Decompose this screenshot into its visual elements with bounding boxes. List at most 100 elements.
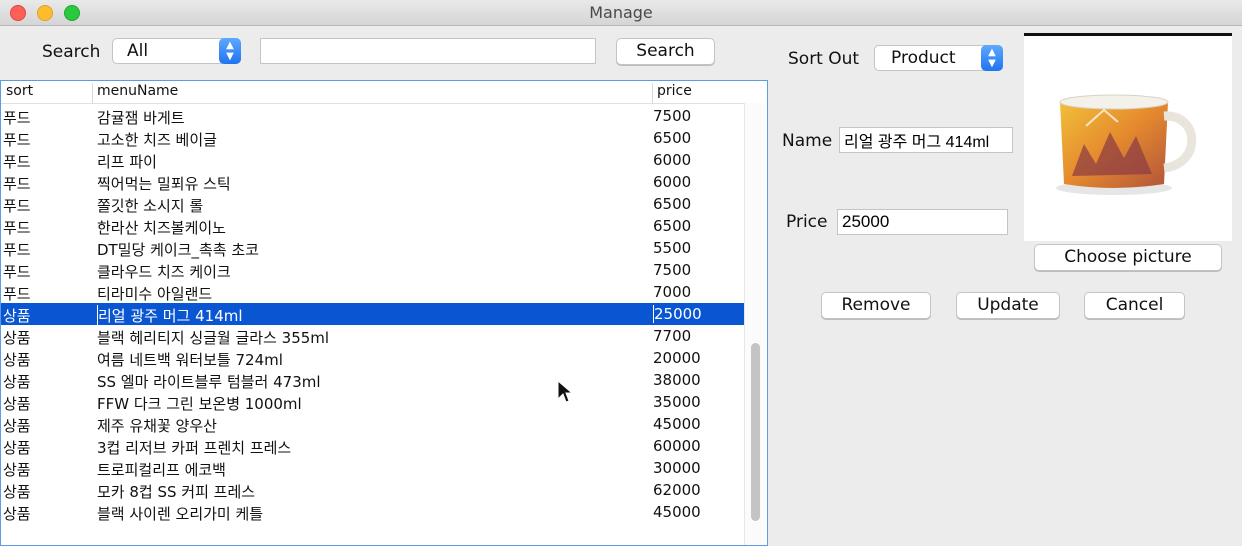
table-row[interactable]: 푸드 쫄깃한 소시지 롤 6500 (1, 193, 744, 215)
table-row[interactable]: 푸드 DT밀당 케이크_촉촉 초코 5500 (1, 237, 744, 259)
window-title: Manage (589, 3, 653, 22)
chevron-updown-icon: ▲ ▼ (219, 38, 241, 64)
table-row[interactable]: 상품 제주 유채꽃 양우산 45000 (1, 413, 744, 435)
cell-menuname: 모카 8컵 SS 커피 프레스 (97, 483, 256, 501)
table-row[interactable]: 상품 여름 네트백 워터보틀 724ml 20000 (1, 347, 744, 369)
cell-menuname: DT밀당 케이크_촉촉 초코 (97, 241, 259, 259)
cell-menuname: 티라미수 아일랜드 (97, 285, 213, 303)
cell-sort: 푸드 (3, 109, 31, 127)
name-field[interactable] (839, 127, 1013, 153)
cell-sort: 상품 (3, 483, 31, 501)
cell-menuname: 쫄깃한 소시지 롤 (97, 197, 204, 215)
cell-price: 6000 (653, 151, 692, 169)
cell-price: 6500 (653, 129, 692, 147)
cell-sort: 푸드 (3, 175, 31, 193)
cancel-button[interactable]: Cancel (1084, 292, 1185, 319)
product-picture (1024, 33, 1232, 241)
table-row[interactable]: 푸드 클라우드 치즈 케이크 7500 (1, 259, 744, 281)
remove-button[interactable]: Remove (821, 292, 931, 319)
search-input[interactable] (260, 38, 596, 64)
cell-sort: 푸드 (3, 219, 31, 237)
cell-price: 7500 (653, 261, 692, 279)
column-header-sort[interactable]: sort (6, 83, 33, 103)
table-header: sort menuName price (1, 81, 746, 104)
cell-price: 35000 (653, 393, 701, 411)
sort-out-label: Sort Out (788, 49, 860, 69)
table-row[interactable]: 푸드 찍어먹는 밀푀유 스틱 6000 (1, 171, 744, 193)
cell-sort: 푸드 (3, 263, 31, 281)
cell-menuname: 감귤잼 바게트 (97, 109, 185, 127)
mouse-cursor-icon (557, 380, 573, 403)
cell-sort: 푸드 (3, 285, 31, 303)
table-row[interactable]: 상품 SS 엘마 라이트블루 텀블러 473ml 38000 (1, 369, 744, 391)
table-row[interactable]: 상품 트로피컬리프 에코백 30000 (1, 457, 744, 479)
cell-price: 7700 (653, 327, 692, 345)
search-label: Search (42, 42, 101, 62)
cell-price: 45000 (653, 415, 701, 433)
cell-sort: 상품 (3, 417, 31, 435)
column-header-menuname[interactable]: menuName (92, 83, 178, 103)
cell-menuname: 여름 네트백 워터보틀 724ml (97, 351, 283, 369)
cell-menuname: 블랙 헤리티지 싱글월 글라스 355ml (97, 329, 330, 347)
table-row[interactable]: 상품 리얼 광주 머그 414ml 25000 (1, 303, 744, 326)
cell-price: 62000 (653, 481, 701, 499)
cell-menuname: SS 엘마 라이트블루 텀블러 473ml (97, 373, 321, 391)
cell-price: 38000 (653, 371, 701, 389)
cell-menuname: FFW 다크 그린 보온병 1000ml (97, 395, 302, 413)
cell-sort: 푸드 (3, 153, 31, 171)
cell-sort: 상품 (3, 373, 31, 391)
choose-picture-button[interactable]: Choose picture (1034, 244, 1222, 271)
table-row[interactable]: 상품 블랙 헤리티지 싱글월 글라스 355ml 7700 (1, 325, 744, 347)
cell-sort: 푸드 (3, 131, 31, 149)
table-row[interactable]: 푸드 감귤잼 바게트 7500 (1, 105, 744, 127)
chevron-updown-icon: ▲ ▼ (981, 45, 1003, 71)
cell-sort: 상품 (3, 461, 31, 479)
table-row[interactable]: 푸드 고소한 치즈 베이글 6500 (1, 127, 744, 149)
cell-sort: 푸드 (3, 197, 31, 215)
cell-sort: 상품 (3, 351, 31, 369)
price-field[interactable] (837, 209, 1008, 235)
cell-price: 45000 (653, 503, 701, 521)
cell-menuname: 한라산 치즈볼케이노 (97, 219, 226, 237)
cell-price: 6500 (653, 195, 692, 213)
cell-menuname: 리프 파이 (97, 153, 157, 171)
cell-menuname: 트로피컬리프 에코백 (97, 461, 226, 479)
column-header-price[interactable]: price (652, 83, 746, 103)
mug-image-icon (1056, 94, 1197, 195)
table-row[interactable]: 상품 블랙 사이렌 오리가미 케틀 45000 (1, 501, 744, 523)
table-row[interactable]: 푸드 티라미수 아일랜드 7000 (1, 281, 744, 303)
cell-menuname: 제주 유채꽃 양우산 (97, 417, 217, 435)
cell-sort: 상품 (3, 505, 31, 523)
cell-sort: 상품 (3, 307, 31, 325)
cell-price: 5500 (653, 239, 692, 257)
sort-out-value: Product (891, 48, 956, 68)
table-row[interactable]: 푸드 리프 파이 6000 (1, 149, 744, 171)
table-row[interactable]: 푸드 한라산 치즈볼케이노 6500 (1, 215, 744, 237)
cell-menuname: 리얼 광주 머그 414ml (97, 305, 243, 326)
update-button[interactable]: Update (956, 292, 1060, 319)
cell-menuname: 3컵 리저브 카퍼 프렌치 프레스 (97, 439, 292, 457)
cell-sort: 상품 (3, 329, 31, 347)
cell-sort: 상품 (3, 395, 31, 413)
search-filter-value: All (127, 41, 149, 61)
cell-menuname: 클라우드 치즈 케이크 (97, 263, 231, 281)
cell-menuname: 찍어먹는 밀푀유 스틱 (97, 175, 231, 193)
cell-price: 6000 (653, 173, 692, 191)
search-filter-select[interactable]: All ▲ ▼ (112, 38, 241, 64)
scrollbar-thumb[interactable] (751, 343, 760, 521)
vertical-scrollbar[interactable] (744, 103, 765, 545)
sort-out-select[interactable]: Product ▲ ▼ (874, 45, 1003, 71)
table-row[interactable]: 상품 모카 8컵 SS 커피 프레스 62000 (1, 479, 744, 501)
cell-menuname: 고소한 치즈 베이글 (97, 131, 217, 149)
table-row[interactable]: 상품 FFW 다크 그린 보온병 1000ml 35000 (1, 391, 744, 413)
price-label: Price (786, 212, 828, 232)
cell-price: 7000 (653, 283, 692, 301)
title-bar: Manage (0, 0, 1242, 26)
cell-sort: 상품 (3, 439, 31, 457)
cell-price: 20000 (653, 349, 701, 367)
search-button[interactable]: Search (616, 38, 715, 65)
cell-price: 60000 (653, 437, 701, 455)
cell-sort: 푸드 (3, 241, 31, 259)
table-row[interactable]: 상품 3컵 리저브 카퍼 프렌치 프레스 60000 (1, 435, 744, 457)
menu-table[interactable]: sort menuName price 푸드 감귤잼 바게트 7500 푸드 고소한 치… (0, 80, 768, 546)
